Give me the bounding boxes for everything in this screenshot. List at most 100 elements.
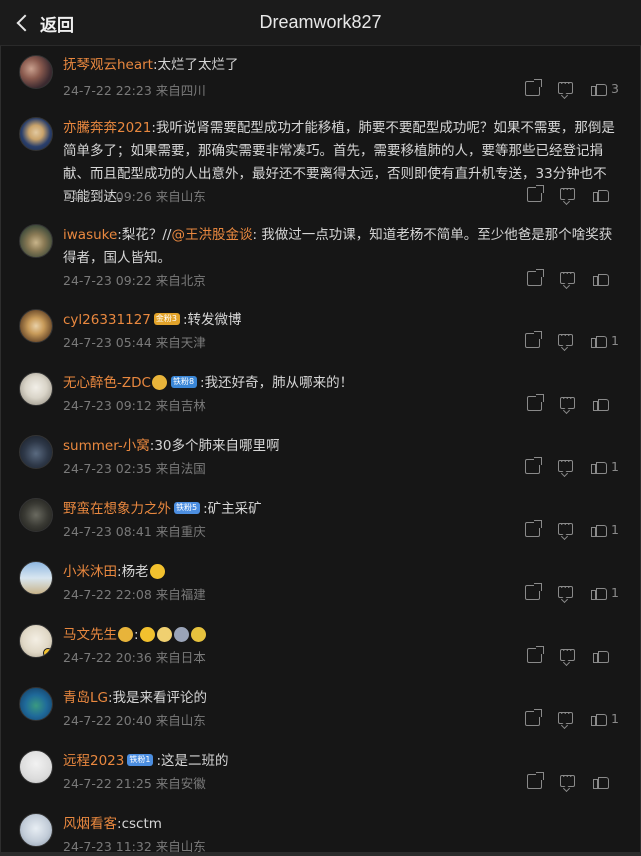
comment-body: csctm [121,816,162,832]
like-button[interactable] [593,271,619,286]
comment-actions [509,183,619,202]
share-icon[interactable] [525,79,543,96]
thumbs-up-icon [591,333,608,348]
avatar[interactable] [19,561,53,595]
mention-link[interactable]: @王洪股金谈 [171,227,252,243]
like-button[interactable] [593,396,619,411]
like-button[interactable] [593,187,619,202]
username-link[interactable]: summer-小窝 [63,438,150,454]
avatar[interactable] [19,372,53,406]
thumbs-up-icon [593,271,609,286]
comment-actions: 1 [507,329,619,348]
fan-badge: 铁粉8 [170,376,198,388]
like-button[interactable]: 1 [591,711,619,726]
comment-meta: 24-7-23 05:44 来自天津 [63,332,206,351]
location: 来自安徽 [155,776,206,791]
avatar[interactable] [19,55,53,89]
comment-actions [509,770,619,789]
comment-meta: 24-7-22 22:23 来自四川 [63,80,206,99]
thumbs-up-icon [591,459,608,474]
username-link[interactable]: 马文先生 [63,627,117,643]
comment-meta: 24-7-23 09:12 来自吉林 [63,395,206,414]
like-button[interactable]: 1 [591,333,619,348]
location: 来自山东 [155,713,206,728]
timestamp: 24-7-23 02:35 [63,461,152,476]
comment-body: 杨老 [121,564,149,580]
thumbs-up-icon [593,774,609,789]
avatar[interactable] [19,309,53,343]
comment-body: 我还好奇，肺从哪来的！ [204,375,354,391]
timestamp: 24-7-23 08:41 [63,524,152,539]
like-button[interactable] [593,648,619,663]
share-icon[interactable] [525,520,543,537]
share-icon[interactable] [525,457,543,474]
share-icon[interactable] [527,394,544,411]
avatar[interactable] [19,813,53,847]
reply-icon[interactable] [558,77,574,94]
reply-icon[interactable] [558,707,574,724]
fan-badge: 铁粉5 [174,502,201,514]
username-link[interactable]: cyl26331127 [63,312,151,328]
comment-text: 风烟看客:csctm [63,813,618,836]
crown-icon [151,374,167,390]
reply-icon[interactable] [558,518,574,535]
share-icon[interactable] [527,269,544,286]
avatar[interactable] [19,435,53,469]
username-link[interactable]: iwasuke [63,227,117,243]
location: 来自吉林 [155,398,206,413]
reply-icon[interactable] [558,581,574,598]
thumbs-up-icon [591,522,608,537]
reply-icon[interactable] [560,267,575,284]
comment-text: 抚琴观云heart:太烂了太烂了 [63,54,618,77]
share-icon[interactable] [525,331,543,348]
timestamp: 24-7-22 22:23 [63,83,152,98]
comment-actions: 1 [507,581,619,600]
username-link[interactable]: 亦騰奔奔2021 [63,120,151,136]
comment-meta: 24-7-22 22:08 来自福建 [63,584,206,603]
thumbs-up-icon [591,81,608,96]
username-link[interactable]: 野蛮在想象力之外 [63,501,171,517]
like-button[interactable]: 3 [591,81,619,96]
username-link[interactable]: 抚琴观云heart [63,57,153,73]
share-icon[interactable] [527,185,544,202]
share-icon[interactable] [527,772,544,789]
reply-icon[interactable] [560,644,575,661]
like-count: 1 [611,333,619,348]
reply-icon[interactable] [558,329,574,346]
comment-body: 30多个肺来自哪里啊 [154,438,280,454]
like-count: 1 [611,711,619,726]
avatar[interactable] [19,498,53,532]
timestamp: 24-7-23 05:44 [63,335,152,350]
like-button[interactable] [593,774,619,789]
avatar[interactable] [19,750,53,784]
avatar[interactable] [19,687,53,721]
username-link[interactable]: 小米沐田 [63,564,117,580]
like-button[interactable]: 1 [591,585,619,600]
share-icon[interactable] [525,709,543,726]
laughing-emoji-icon [149,563,165,579]
comment-body: 矿主采矿 [207,501,262,517]
share-icon[interactable] [527,646,544,663]
avatar[interactable] [19,224,53,258]
avatar[interactable] [19,117,53,151]
username-link[interactable]: 青岛LG [63,690,108,706]
comment-text: summer-小窝:30多个肺来自哪里啊 [63,435,618,458]
username-link[interactable]: 无心醉色-ZDC [63,375,151,391]
like-button[interactable]: 1 [591,522,619,537]
thinking-emoji-icon [139,626,155,642]
reply-icon[interactable] [560,392,575,409]
comment-meta: 24-7-22 20:40 来自山东 [63,710,206,729]
horizontal-scrollbar[interactable] [0,852,641,856]
location: 来自四川 [155,83,206,98]
reply-icon[interactable] [560,770,575,787]
timestamp: 24-7-22 20:40 [63,713,152,728]
username-link[interactable]: 远程2023 [63,753,124,769]
reply-icon[interactable] [560,183,575,200]
comment-meta: 24-7-23 08:41 来自重庆 [63,521,206,540]
like-button[interactable]: 1 [591,459,619,474]
username-link[interactable]: 风烟看客 [63,816,117,832]
reply-icon[interactable] [558,455,574,472]
timestamp: 24-7-22 20:36 [63,650,152,665]
share-icon[interactable] [525,583,543,600]
avatar[interactable] [19,624,53,658]
